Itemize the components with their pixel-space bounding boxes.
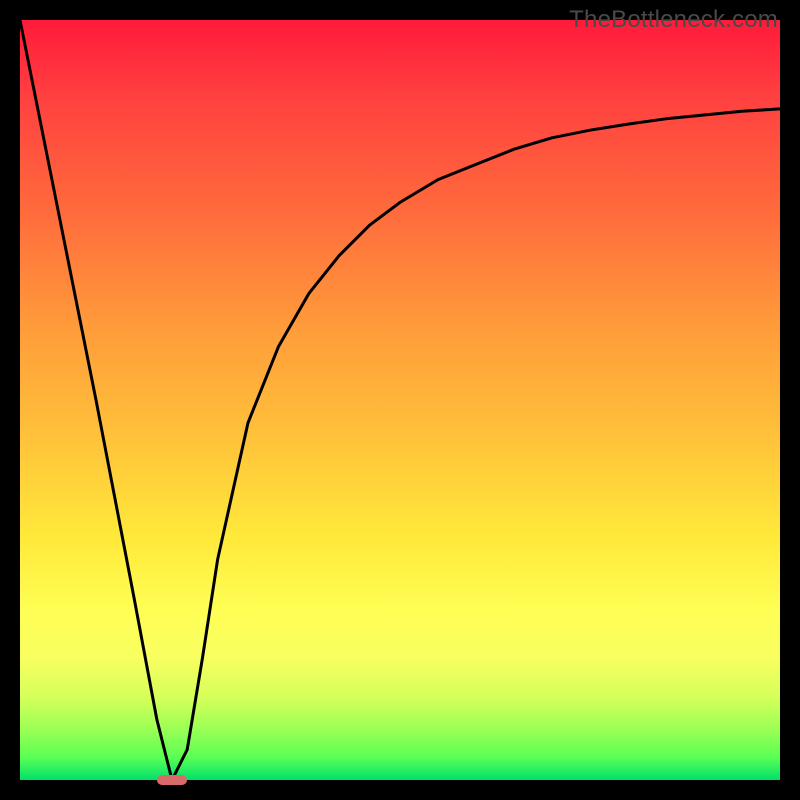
chart-container: TheBottleneck.com [0,0,800,800]
curve-svg [20,20,780,780]
plot-area [20,20,780,780]
bottleneck-curve [20,20,780,780]
watermark-text: TheBottleneck.com [569,6,778,34]
optimal-point-marker [157,775,187,784]
